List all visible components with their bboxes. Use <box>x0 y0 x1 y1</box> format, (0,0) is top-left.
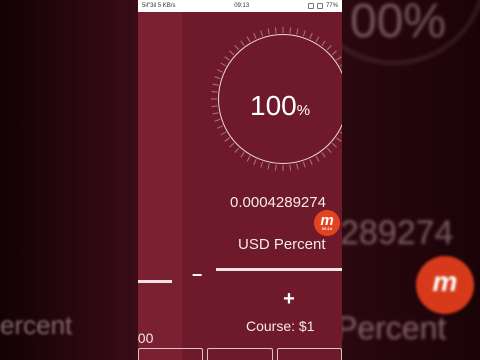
gauge-tick <box>274 164 277 171</box>
gauge-tick <box>224 137 230 142</box>
gauge-tick <box>336 137 342 142</box>
gauge-tick <box>220 62 227 67</box>
gauge-tick <box>321 40 326 46</box>
gauge-tick <box>315 36 320 43</box>
gauge-percent: 100% <box>250 90 310 122</box>
bottom-tab[interactable] <box>138 348 204 360</box>
gauge-tick <box>339 64 342 67</box>
gauge-tick <box>267 163 270 170</box>
gauge-tick <box>229 50 235 56</box>
gauge-tick <box>217 69 223 73</box>
phone-screen: 5il"3il 5 KB/s 09:13 77% t 000 100% 0.00… <box>138 0 342 360</box>
gauge-tick <box>234 147 240 153</box>
gauge-tick <box>246 155 251 162</box>
gauge-tick <box>326 147 332 153</box>
course-label: Course: $1 <box>246 318 315 334</box>
gauge-tick <box>339 131 342 134</box>
background-number: 289274 <box>342 214 454 252</box>
bottom-tab[interactable] <box>207 348 273 360</box>
gauge-tick <box>214 118 221 122</box>
gauge-value: 100 <box>250 90 297 121</box>
bottom-tab[interactable] <box>276 348 342 360</box>
background-left: ercent <box>0 0 138 360</box>
gauge-tick <box>289 27 292 34</box>
gauge-tick <box>267 28 270 35</box>
currency-label: USD Percent <box>238 236 326 253</box>
gauge-tick <box>246 36 251 43</box>
gauge-tick <box>229 142 235 148</box>
gauge-tick <box>296 28 299 35</box>
gauge-tick <box>212 83 219 86</box>
gauge-tick <box>253 159 257 165</box>
gauge-tick <box>326 45 332 51</box>
gauge-tick <box>217 125 223 129</box>
gauge-tick <box>240 40 245 46</box>
percent-slider[interactable] <box>216 268 342 271</box>
gauge-tick <box>253 33 257 39</box>
recorder-time: 00:13 <box>321 226 333 231</box>
gauge-tick <box>321 152 326 158</box>
gauge-tick <box>214 76 221 80</box>
previous-page-amount: 000 <box>138 330 154 346</box>
gauge-tick <box>234 45 240 51</box>
background-right: 00% 289274 m Percent <box>342 0 480 360</box>
gauge-tick <box>289 164 292 171</box>
gauge-symbol: % <box>296 102 311 119</box>
background-badge: m <box>416 256 474 314</box>
screen-recorder-badge[interactable]: m 00:13 <box>314 210 340 236</box>
gauge-tick <box>220 131 227 136</box>
gauge-tick <box>302 161 306 168</box>
gauge-tick <box>331 142 337 148</box>
gauge-tick <box>302 30 306 37</box>
gauge-tick <box>331 50 337 56</box>
gauge-tick <box>309 159 313 165</box>
gauge-tick <box>315 155 320 162</box>
gauge-tick <box>211 105 218 108</box>
background-label: Percent <box>342 310 447 346</box>
previous-page-slider <box>138 280 172 283</box>
gauge-tick <box>260 161 264 168</box>
gauge-tick <box>296 163 299 170</box>
gauge-tick <box>224 56 230 61</box>
gauge-tick <box>211 90 218 93</box>
background-left-label: ercent <box>0 310 73 340</box>
decrease-button[interactable]: − <box>190 266 204 284</box>
gauge-tick <box>336 56 342 61</box>
bottom-tab-bar <box>138 348 342 360</box>
rate-value: 0.0004289274 <box>230 194 326 211</box>
gauge-tick <box>260 30 264 37</box>
increase-button[interactable]: + <box>280 289 298 309</box>
background-percent: 00% <box>350 0 447 48</box>
gauge-tick <box>212 112 219 115</box>
gauge-tick <box>309 33 313 39</box>
gauge-tick <box>240 152 245 158</box>
gauge-tick <box>274 27 277 34</box>
